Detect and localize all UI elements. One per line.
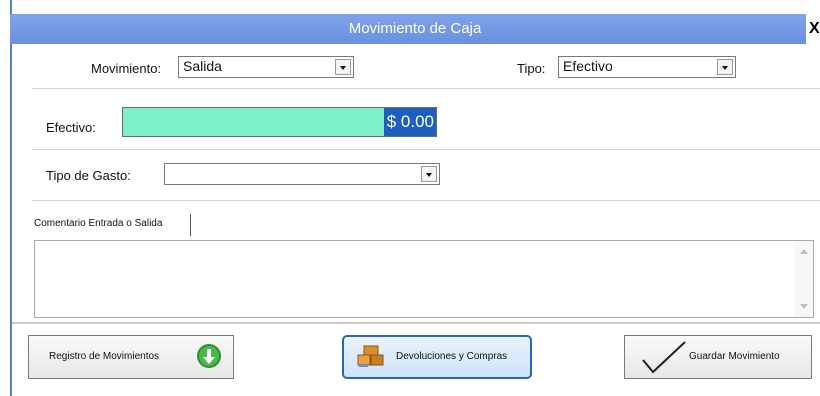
devoluciones-button-label: Devoluciones y Compras <box>396 351 508 362</box>
efectivo-value: $ 0.00 <box>383 108 436 136</box>
close-button[interactable]: X <box>806 14 820 44</box>
window-left-border <box>10 0 12 396</box>
movimiento-select[interactable]: Salida <box>178 56 354 78</box>
movimiento-value: Salida <box>183 58 222 74</box>
registro-button-label: Registro de Movimientos <box>49 351 160 362</box>
movimiento-caja-window: Movimiento de Caja X Movimiento: Salida … <box>0 0 820 396</box>
download-arrow-icon <box>197 344 221 368</box>
chevron-down-icon[interactable] <box>717 59 733 75</box>
chevron-down-icon[interactable] <box>335 59 351 75</box>
tipo-gasto-select[interactable] <box>164 163 440 185</box>
registro-movimientos-button[interactable]: Registro de Movimientos <box>28 335 234 379</box>
footer-divider <box>12 322 820 324</box>
title-bar: Movimiento de Caja <box>10 14 820 44</box>
devoluciones-compras-button[interactable]: Devoluciones y Compras <box>342 335 532 379</box>
scroll-up-icon[interactable] <box>800 249 808 254</box>
checkmark-icon <box>642 341 686 374</box>
guardar-movimiento-button[interactable]: Guardar Movimiento <box>624 335 812 379</box>
divider <box>32 88 820 89</box>
tipo-value: Efectivo <box>563 58 613 74</box>
tipo-label: Tipo: <box>517 61 546 76</box>
scroll-down-icon[interactable] <box>800 304 808 309</box>
vertical-scrollbar[interactable] <box>795 241 813 317</box>
chevron-down-icon[interactable] <box>421 166 437 182</box>
tipo-select[interactable]: Efectivo <box>558 56 736 78</box>
divider <box>32 149 820 150</box>
movimiento-label: Movimiento: <box>91 61 162 76</box>
window-title: Movimiento de Caja <box>348 20 482 37</box>
guardar-button-label: Guardar Movimiento <box>689 351 780 362</box>
divider <box>32 200 820 201</box>
comentario-tab[interactable]: Comentario Entrada o Salida <box>34 218 162 229</box>
tab-separator <box>190 214 191 236</box>
boxes-icon <box>357 345 384 367</box>
efectivo-input[interactable]: $ 0.00 <box>122 107 437 137</box>
tipo-gasto-label: Tipo de Gasto: <box>46 168 131 183</box>
efectivo-label: Efectivo: <box>46 120 96 135</box>
comentario-textarea[interactable] <box>34 240 814 318</box>
